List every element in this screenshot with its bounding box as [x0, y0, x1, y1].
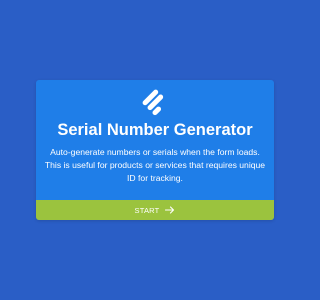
start-button-label: START	[134, 205, 160, 215]
serial-number-logo-icon	[141, 88, 169, 116]
start-button[interactable]: START	[36, 200, 274, 220]
intro-card: Serial Number Generator Auto-generate nu…	[36, 80, 274, 220]
arrow-right-icon	[165, 206, 175, 214]
card-description: Auto-generate numbers or serials when th…	[44, 147, 266, 183]
card-title: Serial Number Generator	[57, 121, 253, 139]
